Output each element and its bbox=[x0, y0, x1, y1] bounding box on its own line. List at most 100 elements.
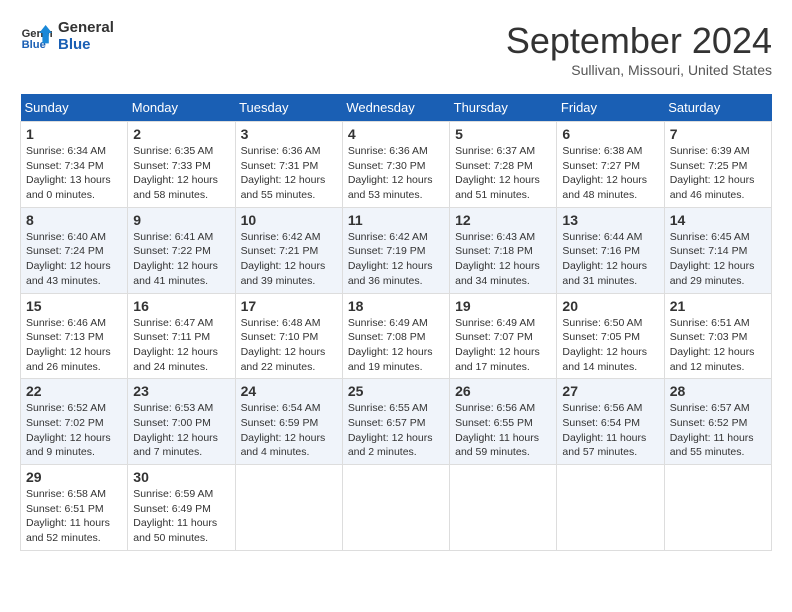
day-info: Sunrise: 6:41 AM Sunset: 7:22 PM Dayligh… bbox=[133, 230, 229, 289]
day-cell: 23 Sunrise: 6:53 AM Sunset: 7:00 PM Dayl… bbox=[128, 379, 235, 465]
day-cell: 1 Sunrise: 6:34 AM Sunset: 7:34 PM Dayli… bbox=[21, 122, 128, 208]
day-number: 5 bbox=[455, 126, 551, 142]
day-cell: 13 Sunrise: 6:44 AM Sunset: 7:16 PM Dayl… bbox=[557, 207, 664, 293]
day-info: Sunrise: 6:42 AM Sunset: 7:21 PM Dayligh… bbox=[241, 230, 337, 289]
day-number: 7 bbox=[670, 126, 766, 142]
day-number: 2 bbox=[133, 126, 229, 142]
day-info: Sunrise: 6:59 AM Sunset: 6:49 PM Dayligh… bbox=[133, 487, 229, 546]
day-cell: 15 Sunrise: 6:46 AM Sunset: 7:13 PM Dayl… bbox=[21, 293, 128, 379]
day-number: 29 bbox=[26, 469, 122, 485]
day-cell: 8 Sunrise: 6:40 AM Sunset: 7:24 PM Dayli… bbox=[21, 207, 128, 293]
day-cell: 29 Sunrise: 6:58 AM Sunset: 6:51 PM Dayl… bbox=[21, 465, 128, 551]
day-cell: 25 Sunrise: 6:55 AM Sunset: 6:57 PM Dayl… bbox=[342, 379, 449, 465]
day-info: Sunrise: 6:58 AM Sunset: 6:51 PM Dayligh… bbox=[26, 487, 122, 546]
calendar-header: SundayMondayTuesdayWednesdayThursdayFrid… bbox=[21, 94, 772, 122]
day-number: 1 bbox=[26, 126, 122, 142]
day-cell: 5 Sunrise: 6:37 AM Sunset: 7:28 PM Dayli… bbox=[450, 122, 557, 208]
header-cell-wednesday: Wednesday bbox=[342, 94, 449, 122]
day-info: Sunrise: 6:35 AM Sunset: 7:33 PM Dayligh… bbox=[133, 144, 229, 203]
header-cell-tuesday: Tuesday bbox=[235, 94, 342, 122]
day-cell: 16 Sunrise: 6:47 AM Sunset: 7:11 PM Dayl… bbox=[128, 293, 235, 379]
day-number: 6 bbox=[562, 126, 658, 142]
day-cell: 21 Sunrise: 6:51 AM Sunset: 7:03 PM Dayl… bbox=[664, 293, 771, 379]
day-number: 10 bbox=[241, 212, 337, 228]
day-info: Sunrise: 6:48 AM Sunset: 7:10 PM Dayligh… bbox=[241, 316, 337, 375]
week-row-3: 15 Sunrise: 6:46 AM Sunset: 7:13 PM Dayl… bbox=[21, 293, 772, 379]
page-header: General Blue General Blue September 2024… bbox=[20, 20, 772, 78]
day-number: 9 bbox=[133, 212, 229, 228]
day-cell bbox=[557, 465, 664, 551]
day-info: Sunrise: 6:39 AM Sunset: 7:25 PM Dayligh… bbox=[670, 144, 766, 203]
calendar-subtitle: Sullivan, Missouri, United States bbox=[506, 62, 772, 78]
day-info: Sunrise: 6:54 AM Sunset: 6:59 PM Dayligh… bbox=[241, 401, 337, 460]
header-cell-saturday: Saturday bbox=[664, 94, 771, 122]
day-number: 12 bbox=[455, 212, 551, 228]
day-cell: 6 Sunrise: 6:38 AM Sunset: 7:27 PM Dayli… bbox=[557, 122, 664, 208]
day-cell: 17 Sunrise: 6:48 AM Sunset: 7:10 PM Dayl… bbox=[235, 293, 342, 379]
day-cell: 14 Sunrise: 6:45 AM Sunset: 7:14 PM Dayl… bbox=[664, 207, 771, 293]
day-number: 25 bbox=[348, 383, 444, 399]
calendar-table: SundayMondayTuesdayWednesdayThursdayFrid… bbox=[20, 94, 772, 551]
header-cell-friday: Friday bbox=[557, 94, 664, 122]
day-cell bbox=[664, 465, 771, 551]
day-info: Sunrise: 6:53 AM Sunset: 7:00 PM Dayligh… bbox=[133, 401, 229, 460]
day-number: 14 bbox=[670, 212, 766, 228]
day-cell: 28 Sunrise: 6:57 AM Sunset: 6:52 PM Dayl… bbox=[664, 379, 771, 465]
day-number: 26 bbox=[455, 383, 551, 399]
day-cell bbox=[342, 465, 449, 551]
week-row-1: 1 Sunrise: 6:34 AM Sunset: 7:34 PM Dayli… bbox=[21, 122, 772, 208]
day-info: Sunrise: 6:36 AM Sunset: 7:30 PM Dayligh… bbox=[348, 144, 444, 203]
header-cell-monday: Monday bbox=[128, 94, 235, 122]
day-info: Sunrise: 6:37 AM Sunset: 7:28 PM Dayligh… bbox=[455, 144, 551, 203]
day-info: Sunrise: 6:40 AM Sunset: 7:24 PM Dayligh… bbox=[26, 230, 122, 289]
day-info: Sunrise: 6:49 AM Sunset: 7:07 PM Dayligh… bbox=[455, 316, 551, 375]
day-info: Sunrise: 6:43 AM Sunset: 7:18 PM Dayligh… bbox=[455, 230, 551, 289]
day-number: 22 bbox=[26, 383, 122, 399]
day-cell: 22 Sunrise: 6:52 AM Sunset: 7:02 PM Dayl… bbox=[21, 379, 128, 465]
day-cell: 19 Sunrise: 6:49 AM Sunset: 7:07 PM Dayl… bbox=[450, 293, 557, 379]
week-row-2: 8 Sunrise: 6:40 AM Sunset: 7:24 PM Dayli… bbox=[21, 207, 772, 293]
logo-line1: General bbox=[58, 20, 114, 37]
day-number: 18 bbox=[348, 298, 444, 314]
day-info: Sunrise: 6:57 AM Sunset: 6:52 PM Dayligh… bbox=[670, 401, 766, 460]
day-number: 19 bbox=[455, 298, 551, 314]
calendar-body: 1 Sunrise: 6:34 AM Sunset: 7:34 PM Dayli… bbox=[21, 122, 772, 551]
day-cell bbox=[235, 465, 342, 551]
day-number: 8 bbox=[26, 212, 122, 228]
day-cell: 2 Sunrise: 6:35 AM Sunset: 7:33 PM Dayli… bbox=[128, 122, 235, 208]
day-info: Sunrise: 6:50 AM Sunset: 7:05 PM Dayligh… bbox=[562, 316, 658, 375]
header-row: SundayMondayTuesdayWednesdayThursdayFrid… bbox=[21, 94, 772, 122]
day-info: Sunrise: 6:36 AM Sunset: 7:31 PM Dayligh… bbox=[241, 144, 337, 203]
day-info: Sunrise: 6:55 AM Sunset: 6:57 PM Dayligh… bbox=[348, 401, 444, 460]
day-number: 15 bbox=[26, 298, 122, 314]
logo-icon: General Blue bbox=[20, 21, 52, 53]
day-info: Sunrise: 6:44 AM Sunset: 7:16 PM Dayligh… bbox=[562, 230, 658, 289]
day-info: Sunrise: 6:56 AM Sunset: 6:55 PM Dayligh… bbox=[455, 401, 551, 460]
day-number: 20 bbox=[562, 298, 658, 314]
day-cell: 7 Sunrise: 6:39 AM Sunset: 7:25 PM Dayli… bbox=[664, 122, 771, 208]
header-cell-thursday: Thursday bbox=[450, 94, 557, 122]
day-cell: 24 Sunrise: 6:54 AM Sunset: 6:59 PM Dayl… bbox=[235, 379, 342, 465]
day-info: Sunrise: 6:49 AM Sunset: 7:08 PM Dayligh… bbox=[348, 316, 444, 375]
logo: General Blue General Blue bbox=[20, 20, 114, 53]
day-number: 11 bbox=[348, 212, 444, 228]
day-cell: 4 Sunrise: 6:36 AM Sunset: 7:30 PM Dayli… bbox=[342, 122, 449, 208]
day-info: Sunrise: 6:56 AM Sunset: 6:54 PM Dayligh… bbox=[562, 401, 658, 460]
day-info: Sunrise: 6:52 AM Sunset: 7:02 PM Dayligh… bbox=[26, 401, 122, 460]
day-cell: 3 Sunrise: 6:36 AM Sunset: 7:31 PM Dayli… bbox=[235, 122, 342, 208]
logo-line2: Blue bbox=[58, 37, 114, 54]
day-number: 17 bbox=[241, 298, 337, 314]
day-number: 27 bbox=[562, 383, 658, 399]
header-cell-sunday: Sunday bbox=[21, 94, 128, 122]
day-number: 23 bbox=[133, 383, 229, 399]
day-info: Sunrise: 6:38 AM Sunset: 7:27 PM Dayligh… bbox=[562, 144, 658, 203]
day-number: 21 bbox=[670, 298, 766, 314]
day-number: 30 bbox=[133, 469, 229, 485]
day-info: Sunrise: 6:51 AM Sunset: 7:03 PM Dayligh… bbox=[670, 316, 766, 375]
day-cell: 26 Sunrise: 6:56 AM Sunset: 6:55 PM Dayl… bbox=[450, 379, 557, 465]
day-cell: 12 Sunrise: 6:43 AM Sunset: 7:18 PM Dayl… bbox=[450, 207, 557, 293]
day-cell: 9 Sunrise: 6:41 AM Sunset: 7:22 PM Dayli… bbox=[128, 207, 235, 293]
day-number: 13 bbox=[562, 212, 658, 228]
day-cell: 10 Sunrise: 6:42 AM Sunset: 7:21 PM Dayl… bbox=[235, 207, 342, 293]
day-cell bbox=[450, 465, 557, 551]
